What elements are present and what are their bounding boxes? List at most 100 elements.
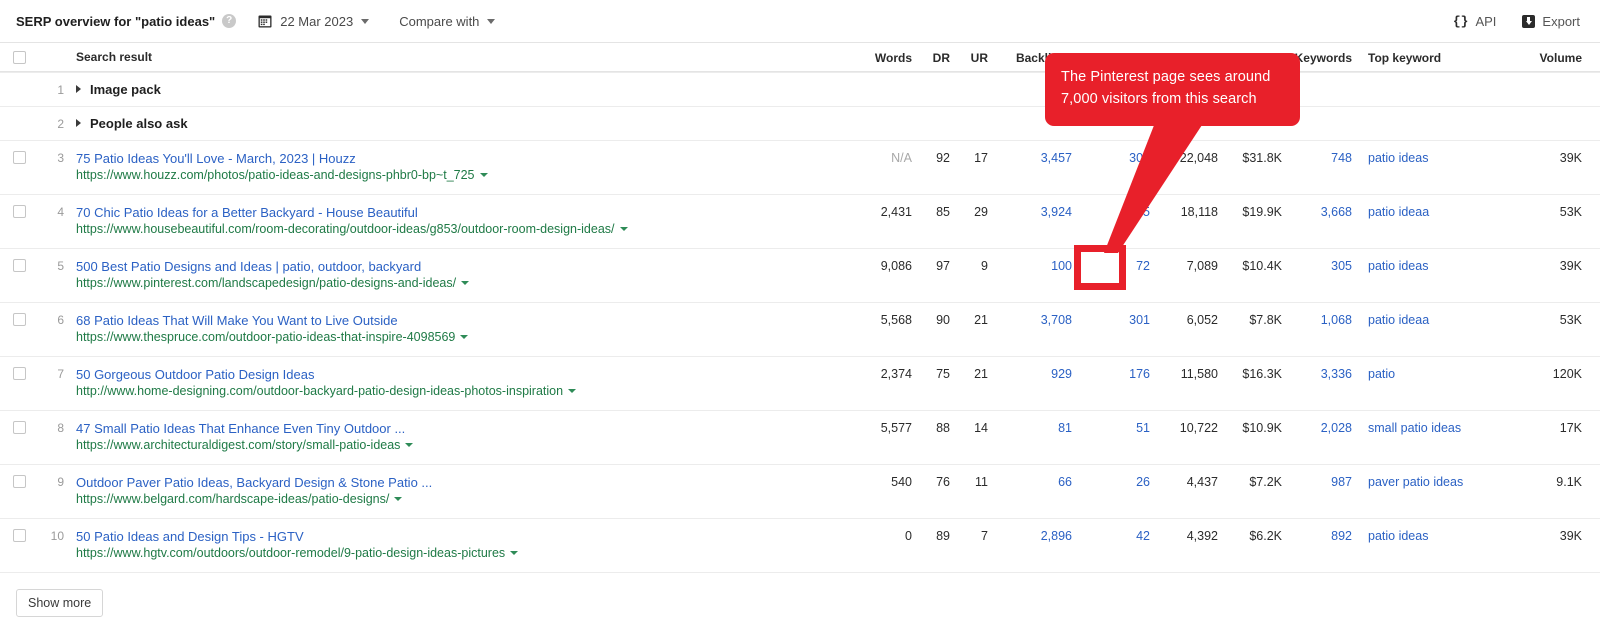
result-url[interactable]: http://www.home-designing.com/outdoor-ba… [76, 383, 844, 400]
cell-top-keyword[interactable]: patio ideas [1352, 528, 1522, 543]
cell-keywords[interactable]: 3,336 [1282, 366, 1352, 381]
traffic-header[interactable]: Traffic [1150, 50, 1218, 65]
result-title-link[interactable]: 70 Chic Patio Ideas for a Better Backyar… [76, 204, 844, 221]
row-checkbox[interactable] [12, 421, 26, 434]
result-url[interactable]: https://www.housebeautiful.com/room-deco… [76, 221, 844, 238]
cell-backlinks[interactable]: 2,896 [988, 528, 1072, 543]
cell-backlinks[interactable]: 3,457 [988, 150, 1072, 165]
cell-domains[interactable]: 72 [1072, 258, 1150, 273]
cell-domains[interactable]: 42 [1072, 528, 1150, 543]
result-url[interactable]: https://www.belgard.com/hardscape-ideas/… [76, 491, 844, 508]
cell-backlinks[interactable]: 66 [988, 474, 1072, 489]
chevron-down-icon[interactable] [479, 173, 488, 177]
row-checkbox-cell[interactable] [0, 528, 38, 542]
result-title-link[interactable]: 50 Patio Ideas and Design Tips - HGTV [76, 528, 844, 545]
cell-keywords[interactable]: 892 [1282, 528, 1352, 543]
row-checkbox-cell[interactable] [0, 204, 38, 218]
cell-backlinks[interactable]: 100 [988, 258, 1072, 273]
top-keyword-header[interactable]: Top keyword [1352, 50, 1522, 65]
table-row[interactable]: 10 50 Patio Ideas and Design Tips - HGTV… [0, 518, 1600, 572]
search-result-header[interactable]: Search result [64, 48, 844, 66]
cell-keywords[interactable]: 987 [1282, 474, 1352, 489]
result-url[interactable]: https://www.thespruce.com/outdoor-patio-… [76, 329, 844, 346]
row-checkbox[interactable] [12, 529, 26, 542]
api-button[interactable]: {} API [1453, 14, 1497, 29]
cell-top-keyword[interactable]: patio ideas [1352, 150, 1522, 165]
row-checkbox[interactable] [12, 475, 26, 488]
words-header[interactable]: Words [844, 50, 912, 65]
feature-cell[interactable]: People also ask [64, 115, 1600, 133]
chevron-down-icon[interactable] [394, 497, 403, 501]
cell-top-keyword[interactable]: small patio ideas [1352, 420, 1522, 435]
row-checkbox[interactable] [12, 313, 26, 326]
table-row[interactable]: 4 70 Chic Patio Ideas for a Better Backy… [0, 194, 1600, 248]
result-url[interactable]: https://www.houzz.com/photos/patio-ideas… [76, 167, 844, 184]
row-checkbox[interactable] [12, 151, 26, 164]
compare-with-dropdown[interactable]: Compare with [399, 14, 496, 29]
cell-top-keyword[interactable]: patio ideas [1352, 258, 1522, 273]
cell-backlinks[interactable]: 929 [988, 366, 1072, 381]
cell-keywords[interactable]: 2,028 [1282, 420, 1352, 435]
row-checkbox-cell[interactable] [0, 150, 38, 164]
question-mark-circle-icon[interactable]: ? [222, 14, 237, 28]
feature-cell[interactable]: Image pack [64, 81, 1600, 99]
chevron-down-icon[interactable] [405, 443, 414, 447]
ur-header[interactable]: UR [950, 50, 988, 65]
keywords-header[interactable]: Keywords [1282, 50, 1352, 65]
row-checkbox[interactable] [12, 259, 26, 272]
date-picker[interactable]: 22 Mar 2023 [258, 14, 370, 29]
value-header[interactable]: Value [1218, 50, 1282, 65]
cell-backlinks[interactable]: 3,708 [988, 312, 1072, 327]
row-checkbox-cell[interactable] [0, 420, 38, 434]
result-title-link[interactable]: Outdoor Paver Patio Ideas, Backyard Desi… [76, 474, 844, 491]
result-url[interactable]: https://www.hgtv.com/outdoors/outdoor-re… [76, 545, 844, 562]
result-title-link[interactable]: 500 Best Patio Designs and Ideas | patio… [76, 258, 844, 275]
cell-domains[interactable]: 304 [1072, 150, 1150, 165]
chevron-down-icon[interactable] [568, 389, 577, 393]
row-checkbox[interactable] [12, 205, 26, 218]
table-row-feature[interactable]: 1 Image pack [0, 72, 1600, 106]
table-row-feature[interactable]: 2 People also ask [0, 106, 1600, 140]
cell-domains[interactable]: 26 [1072, 474, 1150, 489]
cell-keywords[interactable]: 748 [1282, 150, 1352, 165]
volume-header[interactable]: Volume [1522, 50, 1600, 65]
cell-keywords[interactable]: 3,668 [1282, 204, 1352, 219]
cell-top-keyword[interactable]: patio ideaa [1352, 312, 1522, 327]
cell-domains[interactable]: 785 [1072, 204, 1150, 219]
domains-header[interactable]: Domains [1072, 50, 1150, 65]
cell-keywords[interactable]: 1,068 [1282, 312, 1352, 327]
chevron-down-icon[interactable] [461, 281, 470, 285]
result-url[interactable]: https://www.pinterest.com/landscapedesig… [76, 275, 844, 292]
cell-top-keyword[interactable]: paver patio ideas [1352, 474, 1522, 489]
table-row[interactable]: 9 Outdoor Paver Patio Ideas, Backyard De… [0, 464, 1600, 518]
row-checkbox-cell[interactable] [0, 258, 38, 272]
result-title-link[interactable]: 75 Patio Ideas You'll Love - March, 2023… [76, 150, 844, 167]
show-more-button[interactable]: Show more [16, 589, 104, 617]
cell-domains[interactable]: 51 [1072, 420, 1150, 435]
cell-top-keyword[interactable]: patio ideaa [1352, 204, 1522, 219]
table-row[interactable]: 8 47 Small Patio Ideas That Enhance Even… [0, 410, 1600, 464]
chevron-right-icon[interactable] [76, 84, 81, 93]
chevron-right-icon[interactable] [76, 118, 81, 127]
cell-top-keyword[interactable]: patio [1352, 366, 1522, 381]
cell-backlinks[interactable]: 81 [988, 420, 1072, 435]
chevron-down-icon[interactable] [460, 335, 469, 339]
result-url[interactable]: https://www.architecturaldigest.com/stor… [76, 437, 844, 454]
result-title-link[interactable]: 50 Gorgeous Outdoor Patio Design Ideas [76, 366, 844, 383]
cell-domains[interactable]: 176 [1072, 366, 1150, 381]
table-row[interactable]: 6 68 Patio Ideas That Will Make You Want… [0, 302, 1600, 356]
backlinks-header[interactable]: Backlinks [988, 50, 1072, 65]
table-row[interactable]: 3 75 Patio Ideas You'll Love - March, 20… [0, 140, 1600, 194]
row-checkbox[interactable] [12, 367, 26, 380]
export-button[interactable]: Export [1522, 14, 1580, 29]
chevron-down-icon[interactable] [510, 551, 519, 555]
result-title-link[interactable]: 68 Patio Ideas That Will Make You Want t… [76, 312, 844, 329]
table-row[interactable]: 7 50 Gorgeous Outdoor Patio Design Ideas… [0, 356, 1600, 410]
table-row[interactable]: 5 500 Best Patio Designs and Ideas | pat… [0, 248, 1600, 302]
cell-backlinks[interactable]: 3,924 [988, 204, 1072, 219]
select-all-checkbox[interactable] [12, 51, 26, 64]
result-title-link[interactable]: 47 Small Patio Ideas That Enhance Even T… [76, 420, 844, 437]
chevron-down-icon[interactable] [619, 227, 628, 231]
cell-domains[interactable]: 301 [1072, 312, 1150, 327]
select-all-cell[interactable] [0, 50, 38, 64]
